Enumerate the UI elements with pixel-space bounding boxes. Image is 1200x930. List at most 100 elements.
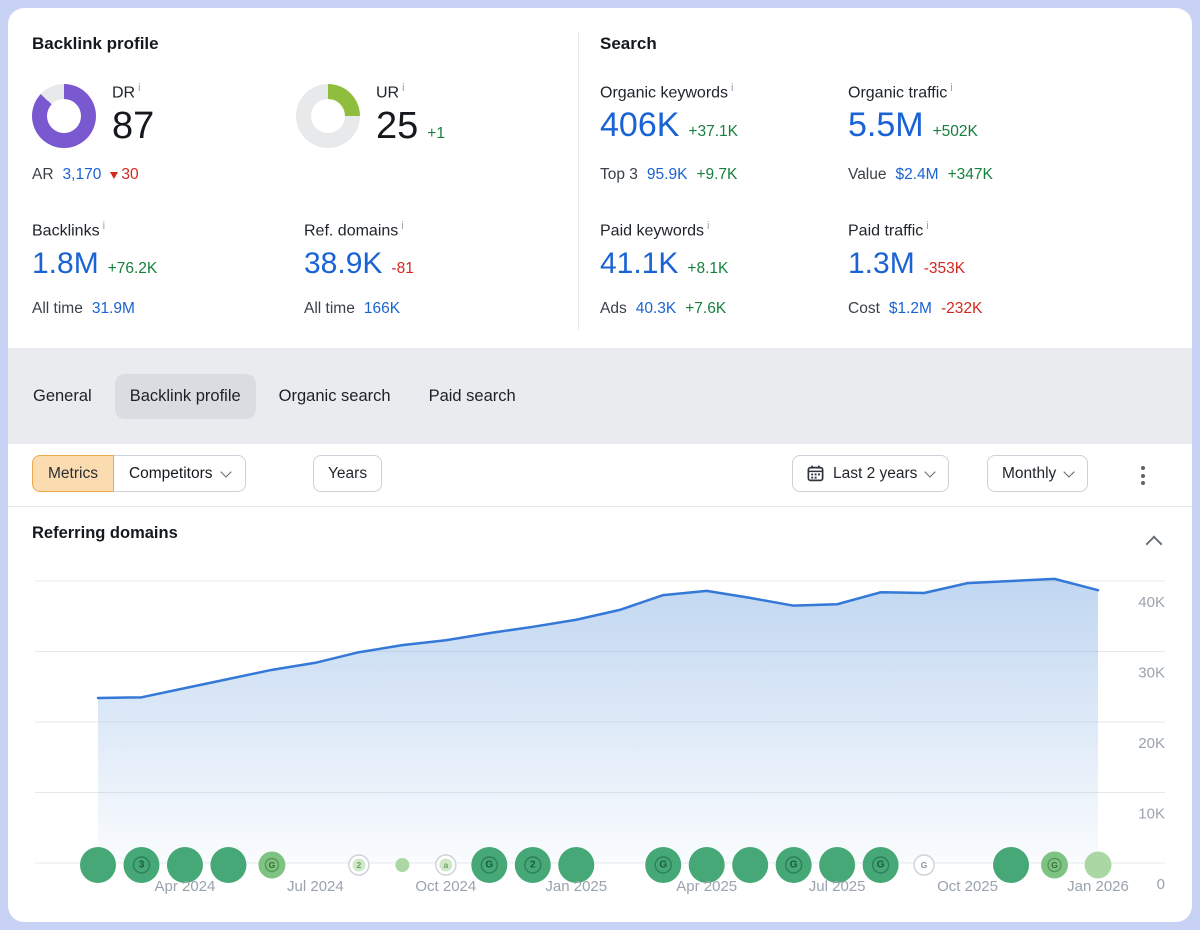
years-button-label: Years <box>328 465 367 483</box>
vertical-divider <box>578 32 579 330</box>
event-marker[interactable]: a <box>436 855 456 875</box>
ar-row: AR 3,170 30 <box>32 166 139 184</box>
event-glyph: a <box>443 860 448 870</box>
y-axis-tick: 20K <box>1138 735 1165 752</box>
cost-value[interactable]: $1.2M <box>889 300 932 318</box>
event-marker[interactable]: G <box>776 847 812 883</box>
top3-value[interactable]: 95.9K <box>647 166 688 184</box>
paid-keywords-value[interactable]: 41.1K <box>600 248 678 280</box>
alltime-label: All time <box>304 300 355 318</box>
paid-traffic-delta: -353K <box>924 260 965 278</box>
event-marker[interactable]: G <box>1041 852 1068 879</box>
info-icon[interactable] <box>707 220 709 232</box>
traffic-value-row: Value $2.4M +347K <box>848 166 993 184</box>
alltime-value[interactable]: 166K <box>364 300 400 318</box>
info-icon[interactable] <box>926 220 928 232</box>
info-icon[interactable] <box>138 82 140 94</box>
event-glyph: G <box>921 860 928 870</box>
top3-row: Top 3 95.9K +9.7K <box>600 166 737 184</box>
event-glyph: G <box>877 860 885 871</box>
cost-row: Cost $1.2M -232K <box>848 300 982 318</box>
collapse-chevron-icon[interactable] <box>1146 536 1163 553</box>
info-icon[interactable] <box>402 82 404 94</box>
competitors-button-label: Competitors <box>129 465 213 483</box>
backlinks-value-row: 1.8M +76.2K <box>32 248 157 280</box>
organic-keywords-value[interactable]: 406K <box>600 108 679 144</box>
organic-traffic-label: Organic traffic <box>848 82 953 102</box>
backlinks-label: Backlinks <box>32 220 105 240</box>
ads-label: Ads <box>600 300 627 318</box>
date-range-label: Last 2 years <box>833 465 917 483</box>
paid-keywords-label: Paid keywords <box>600 220 710 240</box>
info-icon[interactable] <box>731 82 733 94</box>
event-marker[interactable] <box>732 847 768 883</box>
ar-label: AR <box>32 166 54 184</box>
event-marker[interactable] <box>993 847 1029 883</box>
organic-keywords-delta: +37.1K <box>688 123 738 141</box>
ref-domains-label: Ref. domains <box>304 220 404 240</box>
paid-traffic-value-row: 1.3M -353K <box>848 248 965 280</box>
organic-keywords-label: Organic keywords <box>600 82 734 102</box>
info-icon[interactable] <box>401 220 403 232</box>
tab-general[interactable]: General <box>18 374 107 419</box>
event-glyph: 2 <box>530 860 536 871</box>
overview-card: Backlink profile Search DR 87 UR 25 +1 A… <box>8 8 1192 922</box>
value-delta: +347K <box>948 166 993 184</box>
dr-donut-gauge <box>32 84 96 148</box>
event-marker[interactable]: G <box>471 847 507 883</box>
ar-delta: 30 <box>110 166 138 184</box>
tab-backlink-profile[interactable]: Backlink profile <box>115 374 256 419</box>
metrics-competitors-group: Metrics Competitors <box>32 455 246 492</box>
referring-domains-chart[interactable]: 3G2aG2GGGGG40K30K20K10K0Apr 2024Jul 2024… <box>8 568 1192 914</box>
backlinks-value[interactable]: 1.8M <box>32 248 99 280</box>
event-marker[interactable] <box>395 858 409 872</box>
info-icon[interactable] <box>103 220 105 232</box>
event-glyph: G <box>790 860 798 871</box>
ads-value[interactable]: 40.3K <box>636 300 677 318</box>
organic-keywords-value-row: 406K +37.1K <box>600 108 738 144</box>
alltime-value[interactable]: 31.9M <box>92 300 135 318</box>
x-axis-tick: Apr 2025 <box>676 878 737 895</box>
event-glyph: G <box>1051 860 1058 870</box>
tab-organic-search[interactable]: Organic search <box>264 374 406 419</box>
chevron-down-icon <box>925 466 936 477</box>
organic-keywords-label-text: Organic keywords <box>600 84 728 101</box>
date-range-button[interactable]: Last 2 years <box>792 455 949 492</box>
ur-delta: +1 <box>427 125 445 143</box>
value-amount[interactable]: $2.4M <box>896 166 939 184</box>
tab-paid-search[interactable]: Paid search <box>414 374 531 419</box>
ref-domains-value[interactable]: 38.9K <box>304 248 382 280</box>
info-icon[interactable] <box>950 82 952 94</box>
event-marker[interactable] <box>1085 852 1112 879</box>
metrics-button[interactable]: Metrics <box>32 455 114 492</box>
top3-label: Top 3 <box>600 166 638 184</box>
event-marker[interactable] <box>80 847 116 883</box>
paid-traffic-label-text: Paid traffic <box>848 222 923 239</box>
competitors-button[interactable]: Competitors <box>114 455 246 492</box>
x-axis-tick: Jul 2025 <box>809 878 866 895</box>
triangle-down-icon <box>110 172 118 179</box>
cost-label: Cost <box>848 300 880 318</box>
years-button[interactable]: Years <box>313 455 382 492</box>
organic-traffic-value[interactable]: 5.5M <box>848 108 924 144</box>
granularity-label: Monthly <box>1002 465 1056 483</box>
event-marker[interactable]: 2 <box>349 855 369 875</box>
more-options-button[interactable] <box>1135 460 1151 491</box>
ur-label-text: UR <box>376 84 399 101</box>
calendar-icon <box>807 465 824 482</box>
y-axis-tick: 30K <box>1138 665 1165 682</box>
ads-row: Ads 40.3K +7.6K <box>600 300 726 318</box>
event-marker[interactable]: G <box>258 852 285 879</box>
ar-value[interactable]: 3,170 <box>63 166 102 184</box>
chevron-down-icon <box>1064 466 1075 477</box>
event-marker[interactable]: G <box>914 855 934 875</box>
paid-keywords-value-row: 41.1K +8.1K <box>600 248 728 280</box>
organic-traffic-delta: +502K <box>933 123 978 141</box>
y-axis-tick: 10K <box>1138 806 1165 823</box>
granularity-button[interactable]: Monthly <box>987 455 1088 492</box>
event-marker[interactable] <box>210 847 246 883</box>
paid-traffic-value[interactable]: 1.3M <box>848 248 915 280</box>
y-axis-tick: 0 <box>1157 876 1165 893</box>
event-marker[interactable]: G <box>863 847 899 883</box>
ref-domains-delta: -81 <box>391 260 413 278</box>
